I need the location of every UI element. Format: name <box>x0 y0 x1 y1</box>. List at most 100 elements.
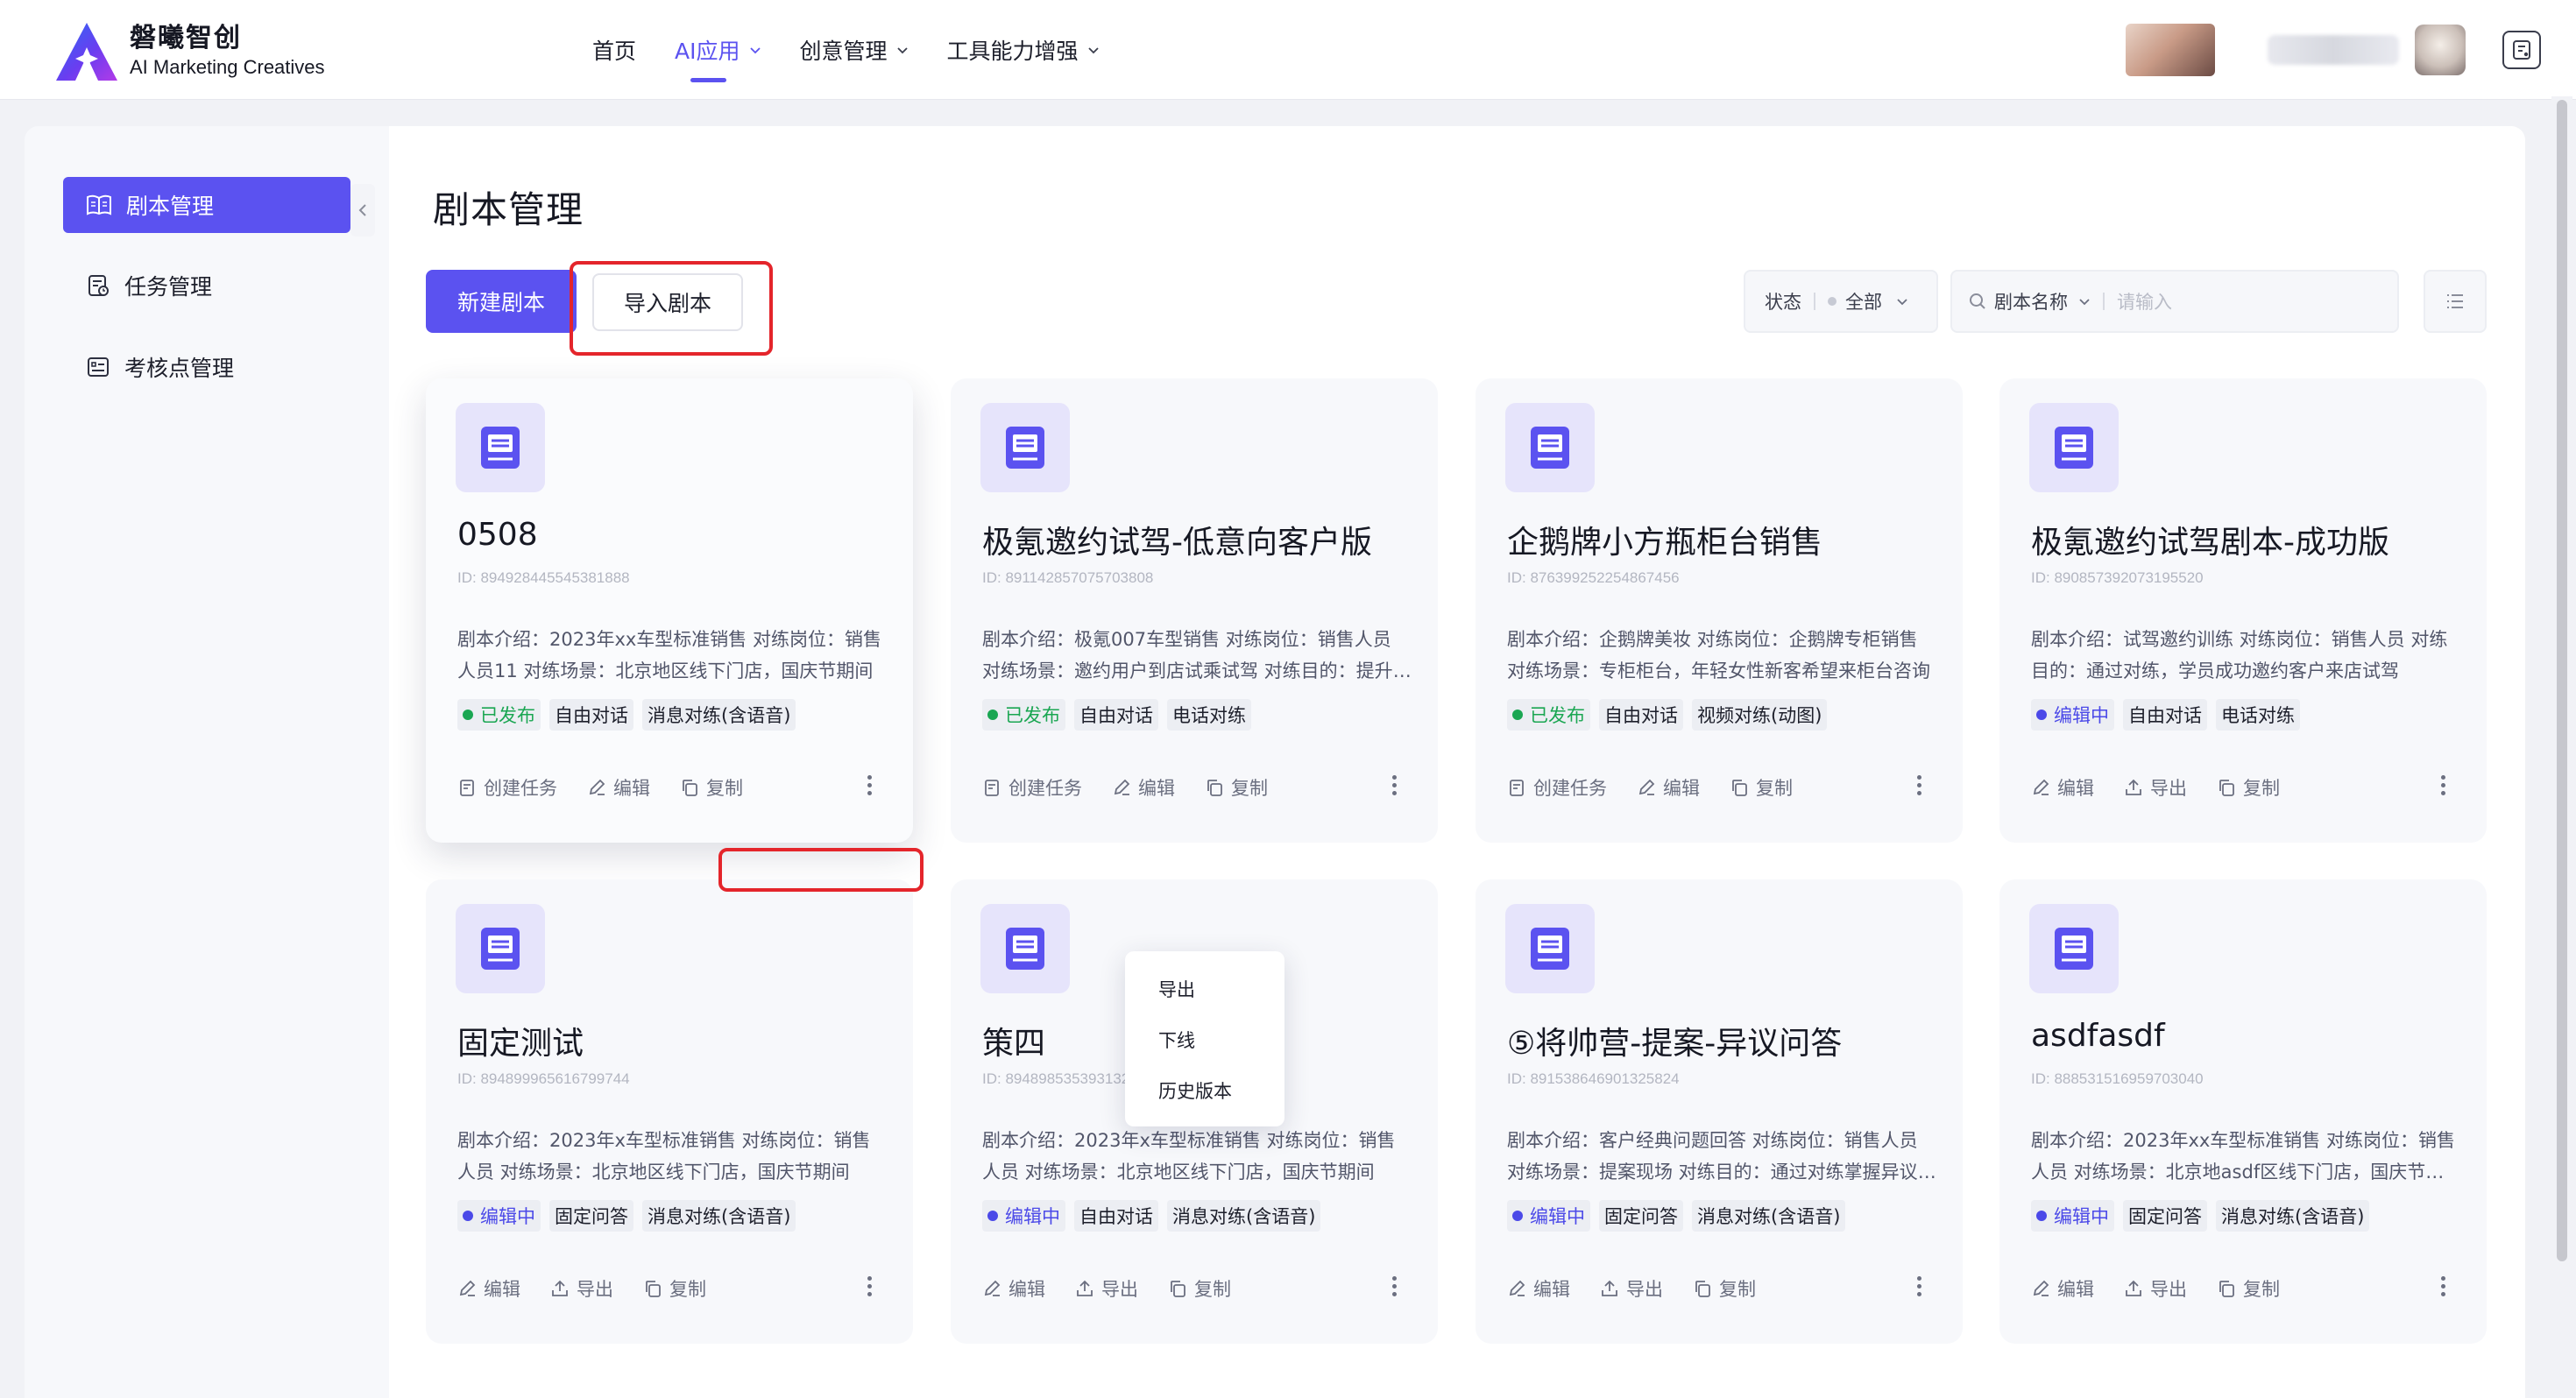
card-actions: 创建任务 编辑 复制 <box>982 774 1298 801</box>
script-title[interactable]: 极氪邀约试驾剧本-成功版 <box>2031 517 2389 562</box>
script-doc-icon <box>980 403 1070 492</box>
script-card[interactable]: 极氪邀约试驾剧本-成功版 ID: 890857392073195520 剧本介绍：试… <box>1999 378 2487 843</box>
chevron-left-icon <box>358 204 366 216</box>
script-title[interactable]: ⑤将帅营-提案-异议问答 <box>1507 1018 1842 1063</box>
sidebar-collapse-button[interactable] <box>350 184 375 237</box>
script-name-search[interactable]: 剧本名称 请输入 <box>1950 270 2399 333</box>
more-options-icon[interactable] <box>859 1270 880 1302</box>
page-scrollbar[interactable] <box>2551 96 2572 1261</box>
mode-tag: 消息对练(含语音) <box>2216 1200 2370 1232</box>
nav-item-creative-management[interactable]: 创意管理 <box>800 0 909 100</box>
sidebar-item-script-management[interactable]: 剧本管理 <box>63 177 350 233</box>
nav-item-tool-enhancement[interactable]: 工具能力增强 <box>947 0 1100 100</box>
search-field-select[interactable]: 剧本名称 <box>1994 288 2068 314</box>
edit-button[interactable]: 编辑 <box>2031 774 2094 801</box>
action-label: 编辑 <box>1138 778 1175 799</box>
status-dot-icon <box>2036 1211 2047 1221</box>
script-title[interactable]: 0508 <box>457 517 538 553</box>
action-label: 复制 <box>1756 778 1793 799</box>
more-options-icon[interactable] <box>1384 1270 1405 1302</box>
edit-button[interactable]: 编辑 <box>1507 1275 1570 1302</box>
edit-button[interactable]: 编辑 <box>1637 774 1700 801</box>
export-button[interactable]: 导出 <box>550 1275 613 1302</box>
more-options-icon[interactable] <box>2432 1270 2453 1302</box>
action-label: 编辑 <box>1533 1279 1570 1300</box>
scrollbar-thumb[interactable] <box>2557 100 2567 1261</box>
script-card[interactable]: 固定测试 ID: 894899965616799744 剧本介绍：2023年x车型标… <box>426 879 913 1344</box>
script-card[interactable]: 企鹅牌小方瓶柜台销售 ID: 876399252254867456 剧本介绍：企鹅牌… <box>1476 378 1963 843</box>
export-button[interactable]: 导出 <box>1600 1275 1663 1302</box>
brand[interactable]: 磐曦智创 AI Marketing Creatives <box>54 21 325 82</box>
more-options-icon[interactable] <box>1384 769 1405 801</box>
nav-item-ai-apps[interactable]: AI应用 <box>675 0 761 100</box>
copy-button[interactable]: 复制 <box>1168 1275 1231 1302</box>
dropdown-item-offline[interactable]: 下线 <box>1125 1014 1284 1065</box>
script-id: ID: 888531516959703040 <box>2031 1070 2204 1087</box>
more-options-icon[interactable] <box>1908 769 1929 801</box>
edit-button[interactable]: 编辑 <box>1112 774 1175 801</box>
script-tags: 编辑中 固定问答 消息对练(含语音) <box>1507 1200 1854 1232</box>
copy-button[interactable]: 复制 <box>1730 774 1793 801</box>
new-script-button[interactable]: 新建剧本 <box>426 270 577 333</box>
script-title[interactable]: 极氪邀约试驾-低意向客户版 <box>982 517 1372 562</box>
copy-button[interactable]: 复制 <box>643 1275 706 1302</box>
more-options-icon[interactable] <box>859 769 880 801</box>
create-task-button[interactable]: 创建任务 <box>982 774 1082 801</box>
status-filter-select[interactable]: 状态 全部 <box>1744 270 1938 333</box>
copy-button[interactable]: 复制 <box>680 774 743 801</box>
action-label: 编辑 <box>613 778 650 799</box>
sidebar-item-task-management[interactable]: 任务管理 <box>63 258 350 314</box>
action-label: 复制 <box>1194 1279 1231 1300</box>
script-card[interactable]: ⑤将帅营-提案-异议问答 ID: 891538646901325824 剧本介绍：客… <box>1476 879 1963 1344</box>
help-doc-button[interactable] <box>2502 31 2541 69</box>
script-title[interactable]: asdfasdf <box>2031 1018 2165 1054</box>
create-task-button[interactable]: 创建任务 <box>1507 774 1607 801</box>
edit-button[interactable]: 编辑 <box>587 774 650 801</box>
edit-button[interactable]: 编辑 <box>2031 1275 2094 1302</box>
nav-item-home[interactable]: 首页 <box>592 0 636 100</box>
avatar[interactable] <box>2415 25 2466 75</box>
status-badge: 已发布 <box>457 699 541 731</box>
search-input[interactable]: 请输入 <box>2117 288 2172 314</box>
chevron-down-icon <box>1897 299 1907 306</box>
script-title[interactable]: 策四 <box>982 1018 1045 1063</box>
divider <box>1814 293 1815 310</box>
copy-button[interactable]: 复制 <box>2217 1275 2280 1302</box>
export-button[interactable]: 导出 <box>1075 1275 1138 1302</box>
create-task-button[interactable]: 创建任务 <box>457 774 557 801</box>
script-description: 剧本介绍：2023年xx车型标准销售 对练岗位：销售人员11 对练场景：北京地区… <box>457 629 881 681</box>
script-title[interactable]: 企鹅牌小方瓶柜台销售 <box>1507 517 1822 562</box>
script-id: ID: 891142857075703808 <box>982 569 1154 586</box>
copy-button[interactable]: 复制 <box>1205 774 1268 801</box>
copy-button[interactable]: 复制 <box>1693 1275 1756 1302</box>
sidebar-item-label: 剧本管理 <box>126 194 215 219</box>
sidebar-item-checkpoint-management[interactable]: 考核点管理 <box>63 339 350 395</box>
mode-tag: 电话对练 <box>1167 699 1251 731</box>
script-description: 剧本介绍：企鹅牌美妆 对练岗位：企鹅牌专柜销售 对练场景：专柜柜台，年轻女性新客… <box>1507 629 1930 681</box>
list-view-button[interactable] <box>2424 270 2487 333</box>
brand-name-en: AI Marketing Creatives <box>130 56 325 78</box>
export-icon <box>1600 1279 1626 1298</box>
card-actions: 创建任务 编辑 复制 <box>457 774 773 801</box>
copy-button[interactable]: 复制 <box>2217 774 2280 801</box>
edit-button[interactable]: 编辑 <box>982 1275 1045 1302</box>
status-badge: 编辑中 <box>2031 1200 2114 1232</box>
edit-button[interactable]: 编辑 <box>457 1275 520 1302</box>
import-script-button[interactable]: 导入剧本 <box>592 273 743 331</box>
mode-tag: 消息对练(含语音) <box>1692 1200 1846 1232</box>
script-card[interactable]: 极氪邀约试驾-低意向客户版 ID: 891142857075703808 剧本介绍：… <box>951 378 1438 843</box>
promo-thumbnail[interactable] <box>2126 24 2215 76</box>
dropdown-item-history[interactable]: 历史版本 <box>1125 1065 1284 1116</box>
script-card[interactable]: asdfasdf ID: 888531516959703040 剧本介绍：2023年… <box>1999 879 2487 1344</box>
action-label: 创建任务 <box>1533 778 1607 799</box>
sidebar: 剧本管理 任务管理 考核点管理 <box>25 126 389 1398</box>
copy-icon <box>1205 778 1231 797</box>
script-card[interactable]: 0508 ID: 894928445545381888 剧本介绍：2023年xx车型… <box>426 378 913 843</box>
card-actions: 创建任务 编辑 复制 <box>1507 774 1822 801</box>
more-options-icon[interactable] <box>2432 769 2453 801</box>
dropdown-item-export[interactable]: 导出 <box>1125 964 1284 1014</box>
export-button[interactable]: 导出 <box>2124 1275 2187 1302</box>
script-title[interactable]: 固定测试 <box>457 1018 584 1063</box>
export-button[interactable]: 导出 <box>2124 774 2187 801</box>
more-options-icon[interactable] <box>1908 1270 1929 1302</box>
